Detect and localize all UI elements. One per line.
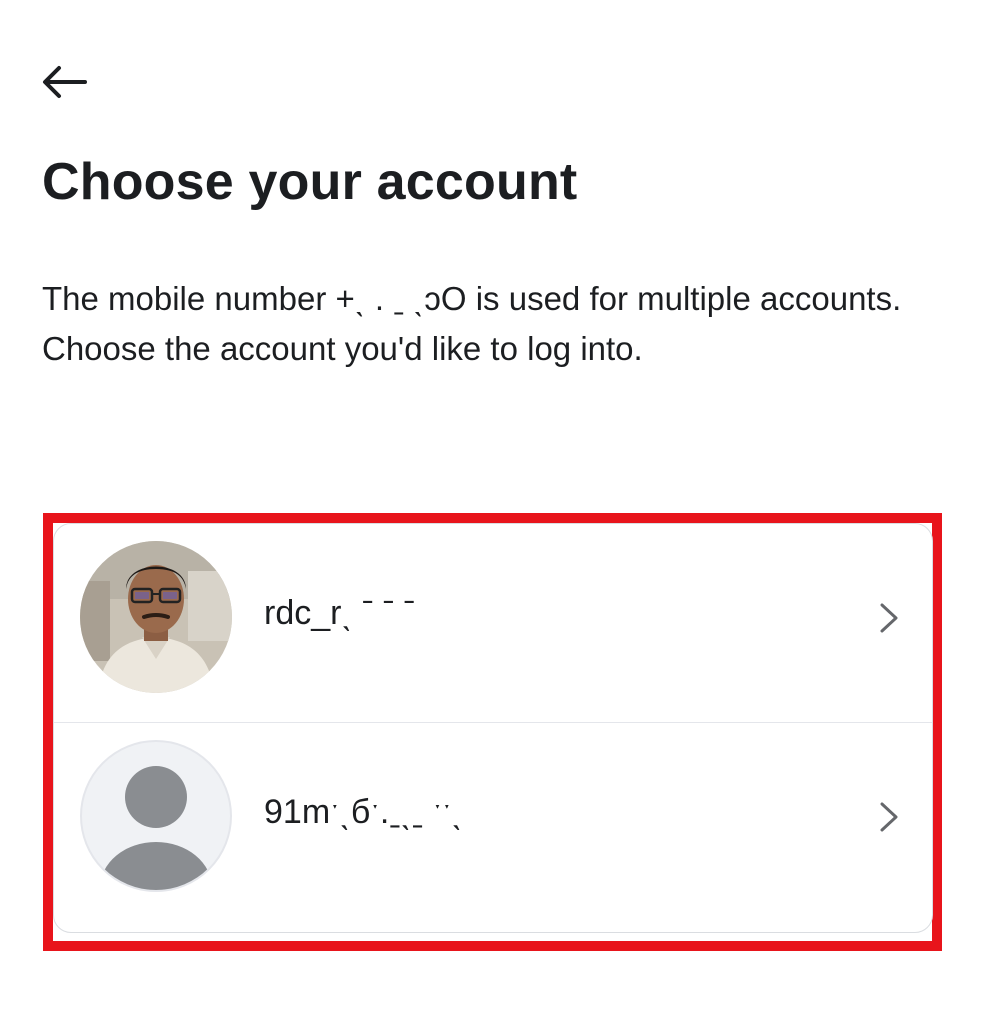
profile-photo-avatar xyxy=(80,541,232,693)
chevron-right-icon xyxy=(874,600,904,636)
default-avatar-icon xyxy=(80,740,232,892)
account-username: 91mˑˎбˑ.ˍˎˍ ˑˑˎ xyxy=(264,793,463,831)
chevron-right-icon xyxy=(874,799,904,835)
back-button[interactable] xyxy=(36,56,92,108)
page-title: Choose your account xyxy=(42,153,578,211)
page-description: The mobile number +ˎ . ˍ ˎↄO is used for… xyxy=(42,280,902,367)
account-item[interactable]: rdc_rˎ ˉ ˉ ˉ xyxy=(54,524,932,723)
arrow-left-icon xyxy=(43,66,87,98)
account-list: rdc_rˎ ˉ ˉ ˉ 91mˑˎбˑ.ˍˎˍ ˑˑˎ xyxy=(53,523,933,933)
account-item[interactable]: 91mˑˎбˑ.ˍˎˍ ˑˑˎ xyxy=(54,723,932,921)
account-username: rdc_rˎ ˉ ˉ ˉ xyxy=(264,594,416,632)
